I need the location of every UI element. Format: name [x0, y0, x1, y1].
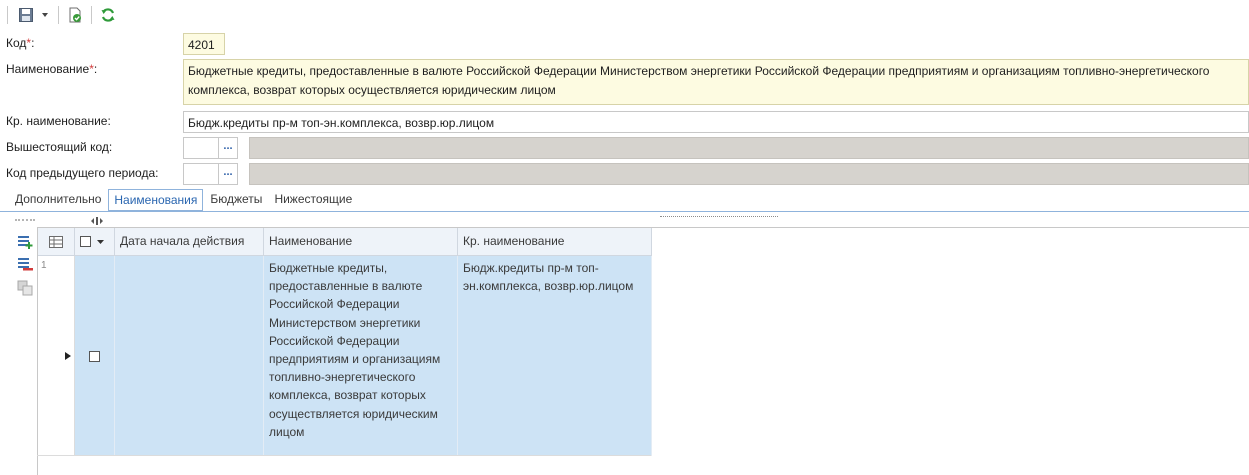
parent-code-label: Вышестоящий код: [6, 140, 113, 154]
panel-grip[interactable] [15, 219, 35, 223]
tab-subordinate[interactable]: Нижестоящие [269, 189, 357, 211]
tab-underline [0, 211, 1249, 212]
toolbar-separator [91, 6, 92, 24]
column-header-name[interactable]: Наименование [264, 228, 458, 256]
delete-row-icon[interactable] [14, 254, 36, 274]
parent-code-field[interactable] [183, 137, 219, 159]
prev-period-code-label: Код предыдущего периода: [6, 166, 159, 180]
grid-row-divider [37, 455, 651, 456]
cell-name[interactable]: Бюджетные кредиты, предоставленные в вал… [264, 256, 458, 456]
row-checkbox[interactable] [89, 350, 100, 362]
short-name-label: Кр. наименование: [6, 114, 111, 128]
parent-code-name-display [249, 137, 1249, 159]
chevron-down-icon[interactable] [38, 5, 52, 25]
tab-additional[interactable]: Дополнительно [10, 189, 106, 211]
prev-period-code-lookup-button[interactable]: ... [218, 163, 238, 185]
toolbar-separator [58, 6, 59, 24]
cell-start-date[interactable] [115, 256, 264, 456]
names-grid: Дата начала действия Наименование Кр. на… [37, 227, 1249, 475]
cell-short-name[interactable]: Бюдж.кредиты пр-м топ-эн.комплекса, возв… [458, 256, 652, 456]
select-all-checkbox[interactable] [75, 228, 115, 256]
tab-names[interactable]: Наименования [108, 189, 204, 211]
code-label: Код*: [6, 36, 35, 50]
name-field[interactable]: Бюджетные кредиты, предоставленные в вал… [183, 59, 1249, 105]
save-icon[interactable] [15, 5, 37, 25]
column-header-start-date[interactable]: Дата начала действия [115, 228, 264, 256]
group-panel-marker [660, 216, 778, 220]
tab-budgets[interactable]: Бюджеты [205, 189, 267, 211]
refresh-icon[interactable] [97, 5, 119, 25]
column-resize-handle[interactable] [90, 214, 104, 228]
prev-period-code-name-display [249, 163, 1249, 185]
checkbox-icon[interactable] [80, 236, 91, 247]
add-row-icon[interactable] [14, 232, 36, 252]
copy-row-icon[interactable] [14, 278, 36, 298]
parent-code-lookup-button[interactable]: ... [218, 137, 238, 159]
code-field[interactable]: 4201 [183, 33, 225, 55]
toolbar [0, 0, 1249, 30]
row-indicator[interactable] [38, 256, 75, 456]
name-label: Наименование*: [6, 62, 98, 76]
prev-period-code-field[interactable] [183, 163, 219, 185]
check-document-icon[interactable] [64, 5, 86, 25]
short-name-field[interactable]: Бюдж.кредиты пр-м топ-эн.комплекса, возв… [183, 111, 1249, 133]
toolbar-grip [7, 6, 8, 24]
column-chooser-icon[interactable] [38, 228, 75, 256]
column-header-short-name[interactable]: Кр. наименование [458, 228, 652, 256]
row-checkbox-cell[interactable] [75, 256, 115, 456]
tab-strip: Дополнительно Наименования Бюджеты Нижес… [10, 189, 359, 211]
